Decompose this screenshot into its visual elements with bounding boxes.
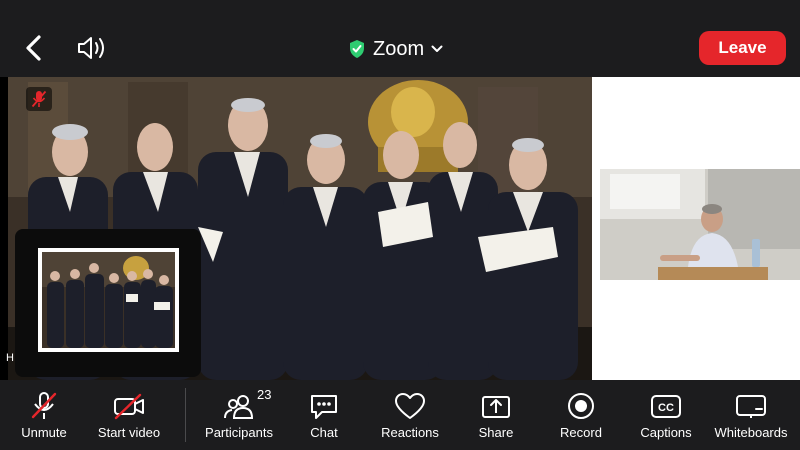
mic-off-icon bbox=[31, 392, 57, 419]
thumbnail-photo-image bbox=[42, 252, 175, 348]
self-view-thumbnail[interactable] bbox=[15, 229, 201, 377]
share-icon bbox=[482, 396, 510, 418]
participants-label: Participants bbox=[205, 425, 273, 440]
meeting-title: Zoom bbox=[373, 37, 425, 60]
record-button[interactable]: Record bbox=[556, 380, 606, 450]
tb-icon-wrap bbox=[307, 391, 341, 421]
muted-mic-icon bbox=[31, 90, 47, 108]
share-label: Share bbox=[478, 425, 514, 440]
svg-text:CC: CC bbox=[658, 402, 674, 414]
chat-icon bbox=[311, 395, 337, 419]
chat-label: Chat bbox=[310, 425, 338, 440]
leave-button[interactable]: Leave bbox=[699, 31, 786, 65]
chevron-left-icon bbox=[26, 35, 41, 61]
speaker-icon bbox=[78, 37, 104, 59]
whiteboard-icon bbox=[736, 395, 766, 418]
thumbnail-frame bbox=[38, 248, 179, 352]
captions-icon: CC bbox=[651, 395, 681, 418]
unmute-label: Unmute bbox=[21, 425, 67, 440]
start-video-label: Start video bbox=[97, 425, 161, 440]
shield-check-icon bbox=[350, 40, 364, 58]
whiteboards-button[interactable]: Whiteboards bbox=[710, 380, 792, 450]
captions-label: Captions bbox=[640, 425, 692, 440]
tb-icon-wrap bbox=[222, 391, 256, 421]
reactions-button[interactable]: Reactions bbox=[376, 380, 444, 450]
chevron-down-icon bbox=[431, 45, 443, 52]
participants-icon bbox=[224, 395, 254, 419]
meeting-toolbar: Unmute Start video Participants Chat Rea… bbox=[0, 380, 800, 450]
active-speaker-video[interactable] bbox=[600, 169, 800, 280]
meeting-top-bar: Zoom Leave bbox=[0, 0, 800, 77]
tb-icon-wrap bbox=[27, 391, 61, 421]
unmute-button[interactable]: Unmute bbox=[12, 380, 76, 450]
whiteboards-label: Whiteboards bbox=[714, 425, 788, 440]
record-icon bbox=[568, 393, 594, 419]
speaker-video-image bbox=[600, 169, 800, 280]
meeting-title-dropdown[interactable]: Zoom bbox=[348, 36, 443, 62]
tb-icon-wrap bbox=[479, 391, 513, 421]
heart-icon bbox=[395, 393, 425, 419]
chat-button[interactable]: Chat bbox=[302, 380, 346, 450]
meeting-stage: H bbox=[0, 77, 800, 380]
tb-icon-wrap bbox=[393, 391, 427, 421]
tb-icon-wrap bbox=[112, 391, 146, 421]
video-off-icon bbox=[114, 393, 144, 420]
tb-icon-wrap bbox=[564, 391, 598, 421]
muted-indicator bbox=[26, 87, 52, 111]
start-video-button[interactable]: Start video bbox=[93, 380, 165, 450]
reactions-label: Reactions bbox=[381, 425, 439, 440]
captions-button[interactable]: CC Captions bbox=[634, 380, 698, 450]
share-button[interactable]: Share bbox=[474, 380, 518, 450]
participants-count-badge: 23 bbox=[257, 387, 272, 402]
record-label: Record bbox=[560, 425, 602, 440]
speaker-button[interactable] bbox=[76, 35, 108, 61]
back-button[interactable] bbox=[20, 32, 48, 64]
participant-name-label: H bbox=[6, 352, 14, 364]
tb-icon-wrap: CC bbox=[649, 391, 683, 421]
toolbar-divider bbox=[185, 388, 186, 442]
tb-icon-wrap bbox=[734, 391, 768, 421]
